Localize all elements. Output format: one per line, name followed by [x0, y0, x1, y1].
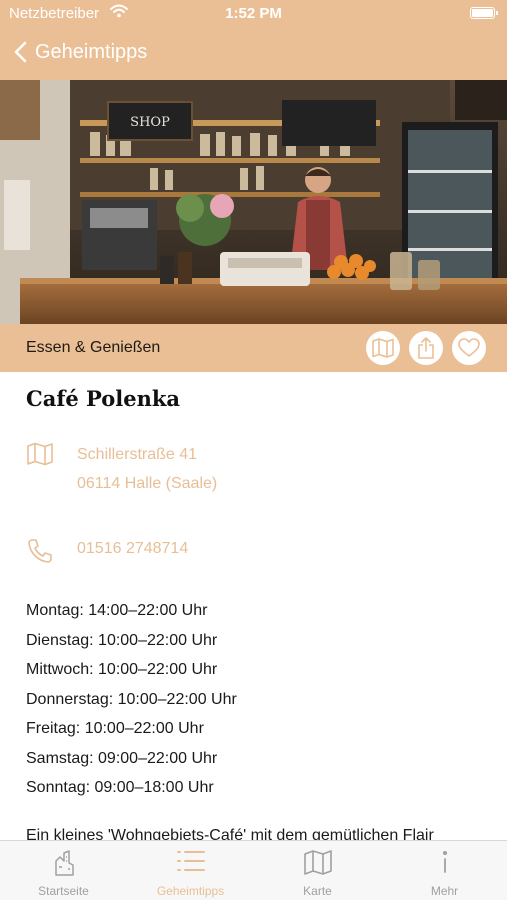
share-button[interactable] — [409, 331, 443, 365]
shop-sign-text: SHOP — [130, 115, 170, 130]
tab-geheimtipps[interactable]: Geheimtipps — [127, 841, 254, 900]
category-label: Essen & Genießen — [26, 339, 161, 356]
address-link[interactable]: Schillerstraße 41 06114 Halle (Saale) — [77, 440, 217, 498]
hours-tuesday: Dienstag: 10:00–22:00 Uhr — [26, 631, 218, 649]
hours-wednesday: Mittwoch: 10:00–22:00 Uhr — [26, 661, 218, 678]
clock: 1:52 PM — [225, 5, 282, 22]
map-icon — [372, 338, 394, 358]
city-icon — [54, 850, 74, 876]
phone-link[interactable]: 01516 2748714 — [77, 534, 188, 563]
tab-mehr[interactable]: Mehr — [381, 841, 507, 900]
place-title: Café Polenka — [26, 386, 181, 411]
share-icon — [418, 337, 434, 359]
tab-label-karte: Karte — [303, 884, 332, 898]
status-bar: Netzbetreiber 1:52 PM — [0, 0, 507, 28]
hours-saturday: Samstag: 09:00–22:00 Uhr — [26, 749, 218, 767]
tab-label-startseite: Startseite — [38, 884, 89, 898]
info-icon — [442, 851, 447, 873]
tab-label-geheimtipps: Geheimtipps — [156, 884, 225, 898]
navigation-header: Netzbetreiber 1:52 PM Geheimtipps — [0, 0, 507, 80]
category-bar: Essen & Genießen — [0, 324, 507, 372]
tab-bar: Startseite Geheimtipps Karte Mehr — [0, 840, 507, 900]
back-button[interactable]: Geheimtipps — [14, 36, 147, 68]
hours-sunday: Sonntag: 09:00–18:00 Uhr — [26, 779, 214, 796]
address-city: 06114 Halle (Saale) — [77, 475, 218, 492]
address-map-icon — [26, 442, 56, 472]
tab-karte[interactable]: Karte — [254, 841, 381, 900]
heart-icon — [458, 338, 480, 357]
favorite-button[interactable] — [452, 331, 486, 365]
tab-startseite[interactable]: Startseite — [0, 841, 127, 900]
battery-icon — [470, 7, 498, 19]
hours-thursday: Donnerstag: 10:00–22:00 Uhr — [26, 690, 237, 708]
address-street: Schillerstraße 41 — [77, 446, 198, 463]
list-icon — [176, 851, 205, 871]
cafe-photo: SHOP — [0, 80, 507, 324]
tab-label-mehr: Mehr — [430, 884, 459, 898]
opening-hours: Montag: 14:00–22:00 Uhr Dienstag: 10:00–… — [26, 596, 237, 803]
hours-monday: Montag: 14:00–22:00 Uhr — [26, 602, 208, 619]
back-button-label: Geheimtipps — [35, 40, 148, 63]
show-on-map-button[interactable] — [366, 331, 400, 365]
map-icon — [303, 850, 332, 875]
chevron-left-icon — [14, 41, 27, 63]
hours-friday: Freitag: 10:00–22:00 Uhr — [26, 720, 204, 737]
phone-icon — [26, 537, 56, 567]
